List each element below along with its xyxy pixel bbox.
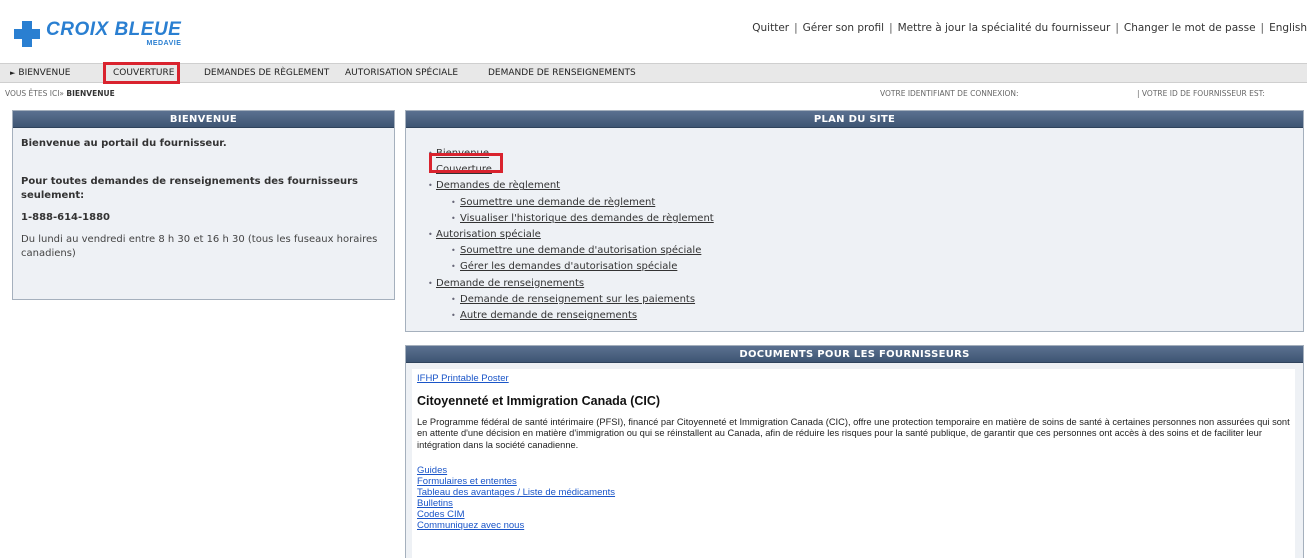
couverture-highlight-box: [429, 153, 503, 173]
sitemap-other-inquiry-link[interactable]: Autre demande de renseignements: [460, 310, 637, 321]
guides-link[interactable]: Guides: [417, 465, 1290, 476]
welcome-intro: Bienvenue au portail du fournisseur.: [21, 138, 227, 149]
nav-highlight-box: [103, 62, 180, 84]
documents-title: Documents pour les fournisseurs: [406, 346, 1303, 363]
sitemap-tree: Bienvenue Couverture Demandes de règleme…: [406, 128, 1303, 324]
nav-renseignements[interactable]: Demande de renseignements: [488, 64, 636, 83]
hours-text: Du lundi au vendredi entre 8 h 30 et 16 …: [21, 234, 378, 259]
documents-links: Guides Formulaires et ententes Tableau d…: [417, 465, 1290, 531]
sitemap-autorisation-link[interactable]: Autorisation spéciale: [436, 229, 541, 240]
sitemap-submit-claim-link[interactable]: Soumettre une demande de règlement: [460, 197, 655, 208]
login-id-label: Votre identifiant de connexion:: [880, 89, 1019, 98]
welcome-title: Bienvenue: [13, 111, 394, 128]
nav-autorisation[interactable]: Autorisation spéciale: [345, 64, 458, 83]
main-nav: ► Bienvenue Couverture Demandes de règlem…: [0, 63, 1307, 83]
icd-codes-link[interactable]: Codes CIM: [417, 509, 1290, 520]
quit-link[interactable]: Quitter: [752, 22, 789, 34]
documents-panel: Documents pour les fournisseurs IFHP Pri…: [405, 345, 1304, 558]
provider-id-label: | Votre ID de fournisseur est:: [1137, 89, 1265, 98]
poster-link[interactable]: IFHP Printable Poster: [417, 373, 1290, 384]
sitemap-renseignements-link[interactable]: Demande de renseignements: [436, 278, 584, 289]
breadcrumb: Vous êtes ici» Bienvenue Votre identifia…: [0, 85, 1307, 101]
cross-logo-icon: [14, 20, 40, 47]
documents-paragraph: Le Programme fédéral de santé intérimair…: [417, 417, 1290, 450]
documents-heading: Citoyenneté et Immigration Canada (CIC): [417, 394, 661, 408]
sitemap-title: Plan du site: [406, 111, 1303, 128]
breadcrumb-prefix: Vous êtes ici»: [5, 89, 64, 98]
sitemap-reglement-link[interactable]: Demandes de règlement: [436, 180, 560, 191]
english-link[interactable]: English: [1269, 22, 1307, 34]
nav-bienvenue[interactable]: ► Bienvenue: [10, 64, 71, 83]
arrow-right-icon: ►: [10, 69, 16, 77]
bulletins-link[interactable]: Bulletins: [417, 498, 1290, 509]
logo[interactable]: CROIX BLEUE MEDAVIE: [14, 20, 181, 47]
forms-link[interactable]: Formulaires et ententes: [417, 476, 1290, 487]
nav-reglement[interactable]: Demandes de règlement: [204, 64, 329, 83]
welcome-panel: Bienvenue Bienvenue au portail du fourni…: [12, 110, 395, 300]
change-password-link[interactable]: Changer le mot de passe: [1124, 22, 1256, 34]
brand-sub: MEDAVIE: [146, 40, 182, 47]
profile-link[interactable]: Gérer son profil: [803, 22, 884, 34]
breadcrumb-current: Bienvenue: [66, 89, 115, 98]
sitemap-payments-inquiry-link[interactable]: Demande de renseignement sur les paiemen…: [460, 294, 695, 305]
benefits-table-link[interactable]: Tableau des avantages / Liste de médicam…: [417, 487, 1290, 498]
sitemap-panel: Plan du site Bienvenue Couverture Demand…: [405, 110, 1304, 332]
header: CROIX BLEUE MEDAVIE Quitter | Gérer son pr…: [0, 0, 1307, 63]
contact-us-link[interactable]: Communiquez avec nous: [417, 520, 1290, 531]
inquiries-text: Pour toutes demandes de renseignements d…: [21, 176, 358, 201]
phone-number: 1-888-614-1880: [21, 212, 110, 223]
top-links: Quitter | Gérer son profil | Mettre à jour l…: [752, 22, 1307, 34]
sitemap-manage-authorization-link[interactable]: Gérer les demandes d'autorisation spécia…: [460, 261, 677, 272]
brand-name: CROIX BLEUE: [46, 19, 182, 40]
update-specialty-link[interactable]: Mettre à jour la spécialité du fournisse…: [898, 22, 1111, 34]
sitemap-claim-history-link[interactable]: Visualiser l'historique des demandes de …: [460, 213, 714, 224]
sitemap-submit-authorization-link[interactable]: Soumettre une demande d'autorisation spé…: [460, 245, 701, 256]
